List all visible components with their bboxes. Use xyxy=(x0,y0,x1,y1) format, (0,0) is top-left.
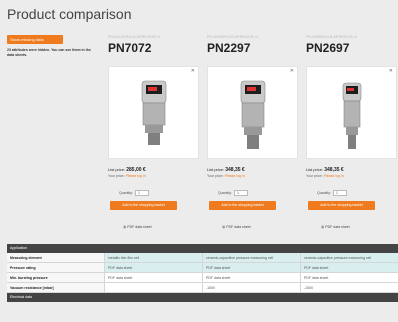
quantity-input[interactable]: 1 xyxy=(333,190,348,196)
table-cell: -1000 xyxy=(202,283,300,292)
add-to-basket-button[interactable]: Add to the shopping basket xyxy=(110,201,177,210)
table-cell-pdf-link[interactable]: PDF data sheet xyxy=(300,263,398,272)
login-link[interactable]: Please log in xyxy=(225,174,245,178)
table-row: Min. bursting pressure PDF data sheet PD… xyxy=(7,273,398,283)
list-price: List price: 348,35 € xyxy=(306,167,344,173)
add-to-basket-button[interactable]: Add to the shopping basket xyxy=(209,201,276,210)
table-row: Measuring element metallic thin film cel… xyxy=(7,253,398,263)
product-image[interactable]: ✕ xyxy=(108,66,199,159)
quantity-stepper: Quantity: 1 xyxy=(317,190,348,196)
table-cell-pdf-link[interactable]: PDF data sheet xyxy=(104,273,202,282)
product-image[interactable]: ✕ xyxy=(207,66,298,159)
table-cell xyxy=(104,283,202,292)
hidden-attributes-note: 23 attributes were hidden. You can see t… xyxy=(7,48,91,57)
table-cell-pdf-link[interactable]: PDF data sheet xyxy=(202,273,300,282)
pressure-sensor-image xyxy=(240,80,265,149)
table-row: Pressure rating PDF data sheet PDF data … xyxy=(7,263,398,273)
remove-product-icon[interactable]: ✕ xyxy=(191,69,195,74)
remove-product-icon[interactable]: ✕ xyxy=(290,69,294,74)
product-column: PN-400SBR14-B-MFRKG/US/ /V PN2297 ✕ List… xyxy=(207,35,298,229)
your-price: Your price: Please log in xyxy=(207,174,245,178)
page-title: Product comparison xyxy=(7,6,132,22)
table-cell-pdf-link[interactable]: PDF data sheet xyxy=(104,263,202,272)
quantity-input[interactable]: 1 xyxy=(135,190,150,196)
product-column: PN-010-SER14-B-MFRKG/US/ /V PN7072 ✕ Lis… xyxy=(108,35,199,229)
pdf-data-sheet-link[interactable]: PDF data sheet xyxy=(321,225,349,229)
pdf-data-sheet-link[interactable]: PDF data sheet xyxy=(123,225,151,229)
quantity-stepper: Quantity: 1 xyxy=(119,190,150,196)
row-label: Pressure rating xyxy=(7,263,104,272)
pressure-sensor-image xyxy=(141,80,166,145)
list-price: List price: 285,00 € xyxy=(108,167,146,173)
quantity-input[interactable]: 1 xyxy=(234,190,249,196)
list-price: List price: 348,35 € xyxy=(207,167,245,173)
product-column: PN-025SBR14-B-MFRKG/US/ /V PN2697 ✕ List… xyxy=(306,35,397,229)
row-label: Measuring element xyxy=(7,253,104,262)
side-panel: Show missing data 23 attributes were hid… xyxy=(7,35,99,58)
table-cell: -1000 xyxy=(300,283,398,292)
quantity-stepper: Quantity: 1 xyxy=(218,190,249,196)
table-cell-pdf-link[interactable]: PDF data sheet xyxy=(300,273,398,282)
comparison-table: Application Measuring element metallic t… xyxy=(7,244,398,302)
table-cell: ceramic-capacitive pressure measuring ce… xyxy=(300,253,398,262)
login-link[interactable]: Please log in xyxy=(126,174,146,178)
your-price: Your price: Please log in xyxy=(306,174,344,178)
your-price: Your price: Please log in xyxy=(108,174,146,178)
table-cell-pdf-link[interactable]: PDF data sheet xyxy=(202,263,300,272)
table-cell: ceramic-capacitive pressure measuring ce… xyxy=(202,253,300,262)
table-section-header: Electrical data xyxy=(7,293,398,302)
product-image[interactable]: ✕ xyxy=(306,66,397,159)
add-to-basket-button[interactable]: Add to the shopping basket xyxy=(308,201,375,210)
product-code: PN-025SBR14-B-MFRKG/US/ /V xyxy=(306,35,358,39)
login-link[interactable]: Please log in xyxy=(324,174,344,178)
row-label: Vacuum resistance [mbar] xyxy=(7,283,104,292)
pdf-data-sheet-link[interactable]: PDF data sheet xyxy=(222,225,250,229)
table-section-header: Application xyxy=(7,244,398,253)
product-code: PN-400SBR14-B-MFRKG/US/ /V xyxy=(207,35,259,39)
product-name[interactable]: PN2697 xyxy=(306,41,397,56)
product-name[interactable]: PN2297 xyxy=(207,41,298,56)
table-cell: metallic thin film cell xyxy=(104,253,202,262)
show-missing-data-button[interactable]: Show missing data xyxy=(7,35,63,44)
remove-product-icon[interactable]: ✕ xyxy=(389,69,393,74)
table-row: Vacuum resistance [mbar] -1000 -1000 xyxy=(7,283,398,293)
row-label: Min. bursting pressure xyxy=(7,273,104,282)
pressure-sensor-image xyxy=(342,82,361,149)
product-name[interactable]: PN7072 xyxy=(108,41,199,56)
product-code: PN-010-SER14-B-MFRKG/US/ /V xyxy=(108,35,161,39)
